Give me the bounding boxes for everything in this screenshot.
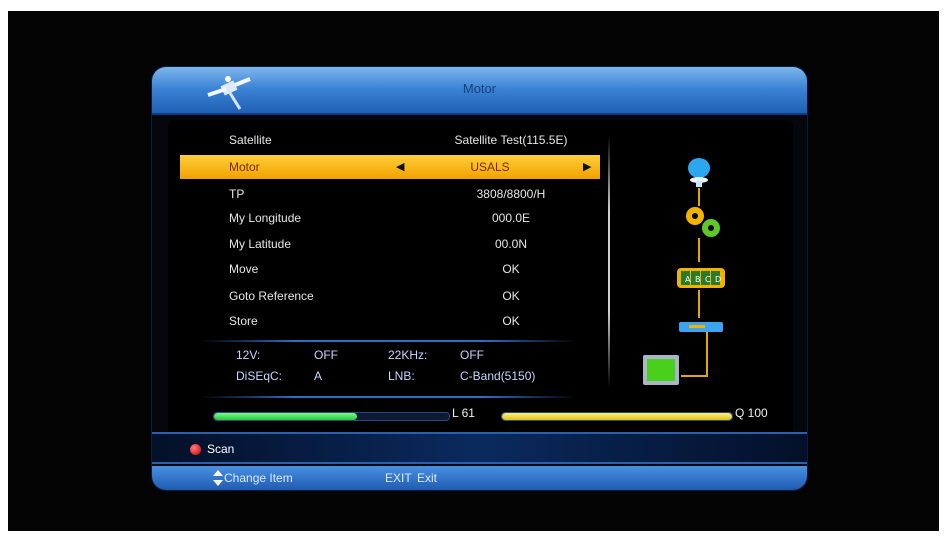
window-title: Motor [462,81,497,96]
lnb-label: LNB: [388,369,415,383]
svg-text:D: D [715,275,721,284]
satellite-dish-icon [688,158,710,187]
menu-label: My Longitude [229,211,302,225]
signal-quality-label: Q 100 [735,406,768,420]
menu-value: 000.0E [491,211,531,225]
action-bar [152,432,807,464]
change-item-hint: Change Item [224,471,293,485]
red-button-icon[interactable] [190,444,201,455]
gears-icon [686,207,720,237]
signal-quality-bar [501,412,733,421]
signal-level-fill [214,413,358,420]
menu-value: OK [502,262,520,276]
menu-row-store[interactable]: Store OK [180,309,624,333]
lnb-icon [679,322,723,332]
menu-value: Satellite Test(115.5E) [454,133,568,147]
menu-label: Satellite [229,133,272,147]
menu-value: USALS [470,160,510,174]
signal-level-label: L 61 [452,406,475,420]
svg-text:B: B [695,275,701,284]
menu-row-my-latitude[interactable]: My Latitude 00.0N [180,232,624,256]
diseqc-label: DiSEqC: [236,369,283,383]
menu-row-goto-reference[interactable]: Goto Reference OK [180,284,624,308]
menu-row-satellite[interactable]: Satellite Satellite Test(115.5E) [180,128,624,152]
menu-row-motor-selected[interactable]: Motor ◀ USALS ▶ [180,155,600,179]
diseqc-switch-icon: A B C D [677,268,725,288]
svg-text:A: A [685,275,691,284]
v12-label: 12V: [236,348,261,362]
v12-value: OFF [314,348,338,362]
menu-value: OK [502,289,520,303]
lnb-value: C-Band(5150) [460,369,536,383]
title-bar: Motor [152,67,807,115]
arrow-left-icon[interactable]: ◀ [396,155,404,179]
menu-label: My Latitude [229,237,292,251]
menu-label: Move [229,262,259,276]
scan-button[interactable]: Scan [207,442,234,456]
khz-value: OFF [460,348,484,362]
menu-row-move[interactable]: Move OK [180,257,624,281]
divider-line [201,396,578,398]
menu-row-tp[interactable]: TP 3808/8800/H [180,182,624,206]
signal-level-bar [213,412,450,421]
menu-row-my-longitude[interactable]: My Longitude 000.0E [180,206,624,230]
menu-label: Store [229,314,258,328]
khz-label: 22KHz: [388,348,428,362]
menu-label: TP [229,187,245,201]
menu-label: Goto Reference [229,289,314,303]
arrow-right-icon[interactable]: ▶ [583,155,591,179]
connection-diagram: A B C D [643,158,725,385]
signal-quality-fill [502,413,732,420]
diseqc-value: A [314,369,323,383]
menu-value: OK [502,314,520,328]
up-down-arrows-icon [213,470,223,486]
exit-hint[interactable]: Exit [417,471,437,485]
svg-text:C: C [705,275,711,284]
menu-label: Motor [229,160,260,174]
tv-icon [643,355,679,385]
menu-value: 00.0N [494,237,528,251]
divider-line [201,340,578,342]
exit-key-label: EXIT [385,471,412,485]
menu-value: 3808/8800/H [476,187,546,201]
divider-vertical [608,135,610,387]
